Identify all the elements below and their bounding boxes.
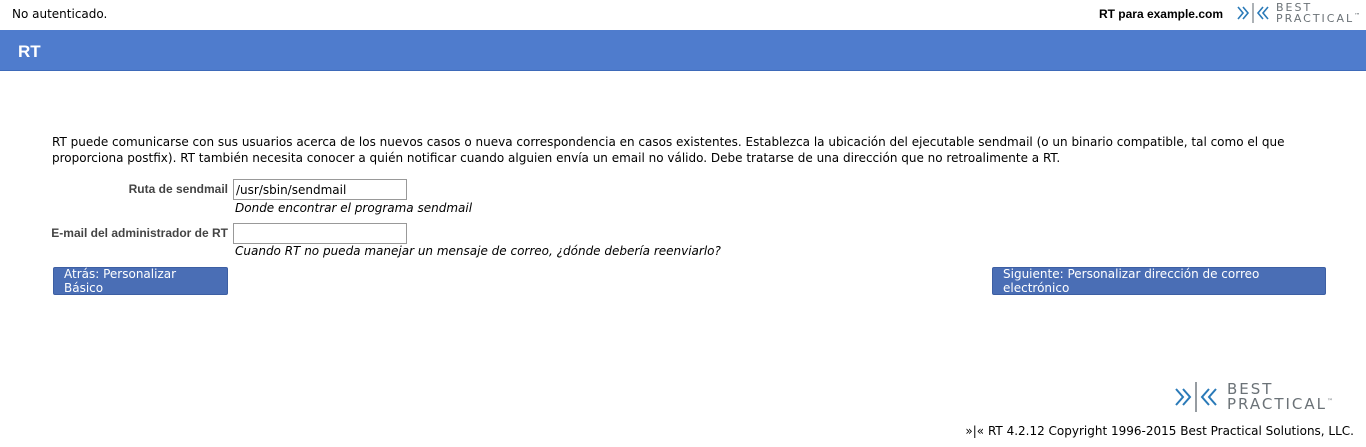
best-practical-mark-icon (1237, 3, 1269, 23)
logo-trademark: ™ (1354, 12, 1361, 20)
intro-text: RT puede comunicarse con sus usuarios ac… (52, 135, 1285, 165)
footer-best-practical-logo[interactable]: BEST PRACTICAL™ (1173, 381, 1333, 413)
next-button[interactable]: Siguiente: Personalizar dirección de cor… (992, 267, 1326, 295)
logo-line-2: PRACTICAL (1276, 12, 1355, 25)
logo-wordmark: BEST PRACTICAL™ (1276, 2, 1360, 24)
footer-logo-trademark: ™ (1327, 398, 1334, 405)
back-button[interactable]: Atrás: Personalizar Básico (53, 267, 228, 295)
admin-email-input[interactable] (233, 223, 407, 244)
auth-status: No autenticado. (12, 7, 108, 21)
footer-copyright: »|« RT 4.2.12 Copyright 1996-2015 Best P… (965, 424, 1354, 438)
page-header: RT (0, 30, 1366, 71)
admin-email-label: E-mail del administrador de RT (51, 226, 228, 240)
site-name: RT para example.com (1098, 7, 1223, 21)
admin-email-hint: Cuando RT no pueda manejar un mensaje de… (235, 244, 721, 258)
top-bar: No autenticado. RT para example.com BEST… (0, 0, 1366, 29)
sendmail-path-input[interactable] (233, 179, 407, 200)
page-title: RT (18, 42, 41, 61)
sendmail-path-hint: Donde encontrar el programa sendmail (235, 201, 473, 215)
footer-logo-wordmark: BEST PRACTICAL™ (1227, 382, 1333, 412)
sendmail-path-label: Ruta de sendmail (128, 182, 228, 196)
footer-best-practical-mark-icon (1175, 382, 1217, 412)
footer-logo-line-2: PRACTICAL (1227, 395, 1328, 413)
best-practical-logo[interactable]: BEST PRACTICAL™ (1236, 2, 1360, 24)
